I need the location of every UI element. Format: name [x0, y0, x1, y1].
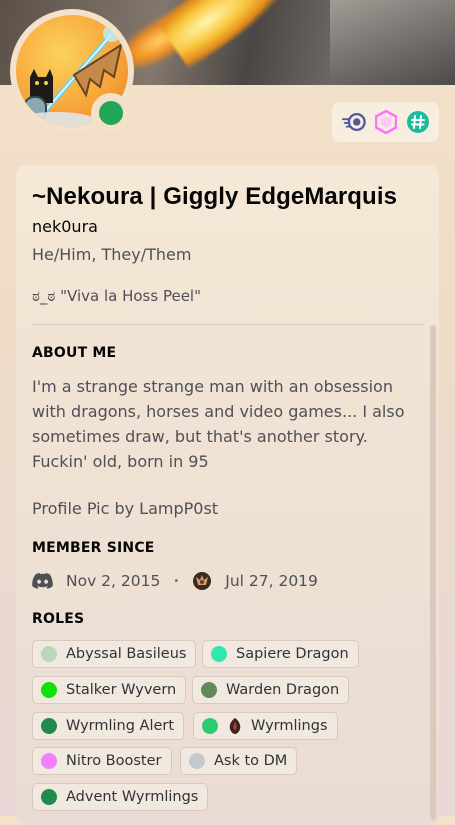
about-line: with dragons, horses and video games... …: [32, 402, 405, 421]
role-pill[interactable]: Advent Wyrmlings: [32, 783, 209, 811]
role-emoji-icon: [227, 717, 243, 735]
banner-stone: [330, 0, 455, 85]
about-me-heading: ABOUT ME: [32, 345, 117, 361]
role-label: Wyrmling Alert: [66, 718, 175, 734]
role-pill[interactable]: Abyssal Basileus: [32, 640, 197, 668]
display-name: ~Nekoura | Giggly EdgeMarquis: [32, 183, 398, 210]
member-since-heading: MEMBER SINCE: [32, 540, 155, 556]
role-pill[interactable]: Stalker Wyvern: [32, 676, 187, 704]
roles-heading: ROLES: [32, 611, 85, 627]
banner-flame: [155, 0, 305, 70]
role-color-dot: [201, 682, 217, 698]
custom-status: ಠ_ಠ "Viva la Hoss Peel": [32, 287, 201, 305]
role-pill[interactable]: Wyrmlings: [193, 712, 338, 740]
nitro-badge-icon[interactable]: [341, 110, 366, 134]
username[interactable]: nek0ura: [32, 217, 98, 236]
role-color-dot: [41, 753, 57, 769]
role-label: Ask to DM: [214, 753, 288, 769]
discord-logo-icon: [32, 573, 53, 589]
about-me-text: I'm a strange strange man with an obsess…: [32, 374, 412, 474]
role-color-dot: [189, 753, 205, 769]
about-credit: Profile Pic by LampP0st: [32, 499, 219, 518]
date-separator: •: [173, 575, 180, 587]
about-line: sometimes draw, but that's another story…: [32, 427, 368, 446]
discord-join-date: Nov 2, 2015: [66, 572, 161, 590]
role-color-dot: [41, 646, 57, 662]
role-label: Nitro Booster: [66, 753, 162, 769]
role-label: Warden Dragon: [226, 682, 340, 698]
role-pill[interactable]: Nitro Booster: [32, 747, 172, 775]
about-line: I'm a strange strange man with an obsess…: [32, 377, 393, 396]
online-status-indicator: [99, 101, 123, 125]
member-since-row: Nov 2, 2015 • Jul 27, 2019: [32, 569, 318, 593]
badge-container: [332, 102, 439, 142]
hypesquad-badge-icon[interactable]: [374, 110, 398, 134]
role-color-dot: [41, 682, 57, 698]
role-pill[interactable]: Sapiere Dragon: [202, 640, 359, 668]
hash-badge-icon[interactable]: [406, 110, 430, 134]
role-label: Wyrmlings: [251, 718, 328, 734]
role-color-dot: [41, 789, 57, 805]
role-pill[interactable]: Warden Dragon: [192, 676, 350, 704]
pronouns: He/Him, They/Them: [32, 245, 192, 264]
role-label: Sapiere Dragon: [236, 646, 349, 662]
role-color-dot: [211, 646, 227, 662]
role-pill[interactable]: Wyrmling Alert: [32, 712, 185, 740]
about-line: Fuckin' old, born in 95: [32, 452, 209, 471]
role-label: Stalker Wyvern: [66, 682, 177, 698]
divider: [32, 324, 423, 325]
role-label: Abyssal Basileus: [66, 646, 187, 662]
role-label: Advent Wyrmlings: [66, 789, 199, 805]
server-join-date: Jul 27, 2019: [225, 572, 318, 590]
role-pill[interactable]: Ask to DM: [180, 747, 298, 775]
card-scrollbar[interactable]: [430, 325, 436, 820]
role-color-dot: [202, 718, 218, 734]
role-color-dot: [41, 718, 57, 734]
server-icon: [192, 571, 212, 591]
